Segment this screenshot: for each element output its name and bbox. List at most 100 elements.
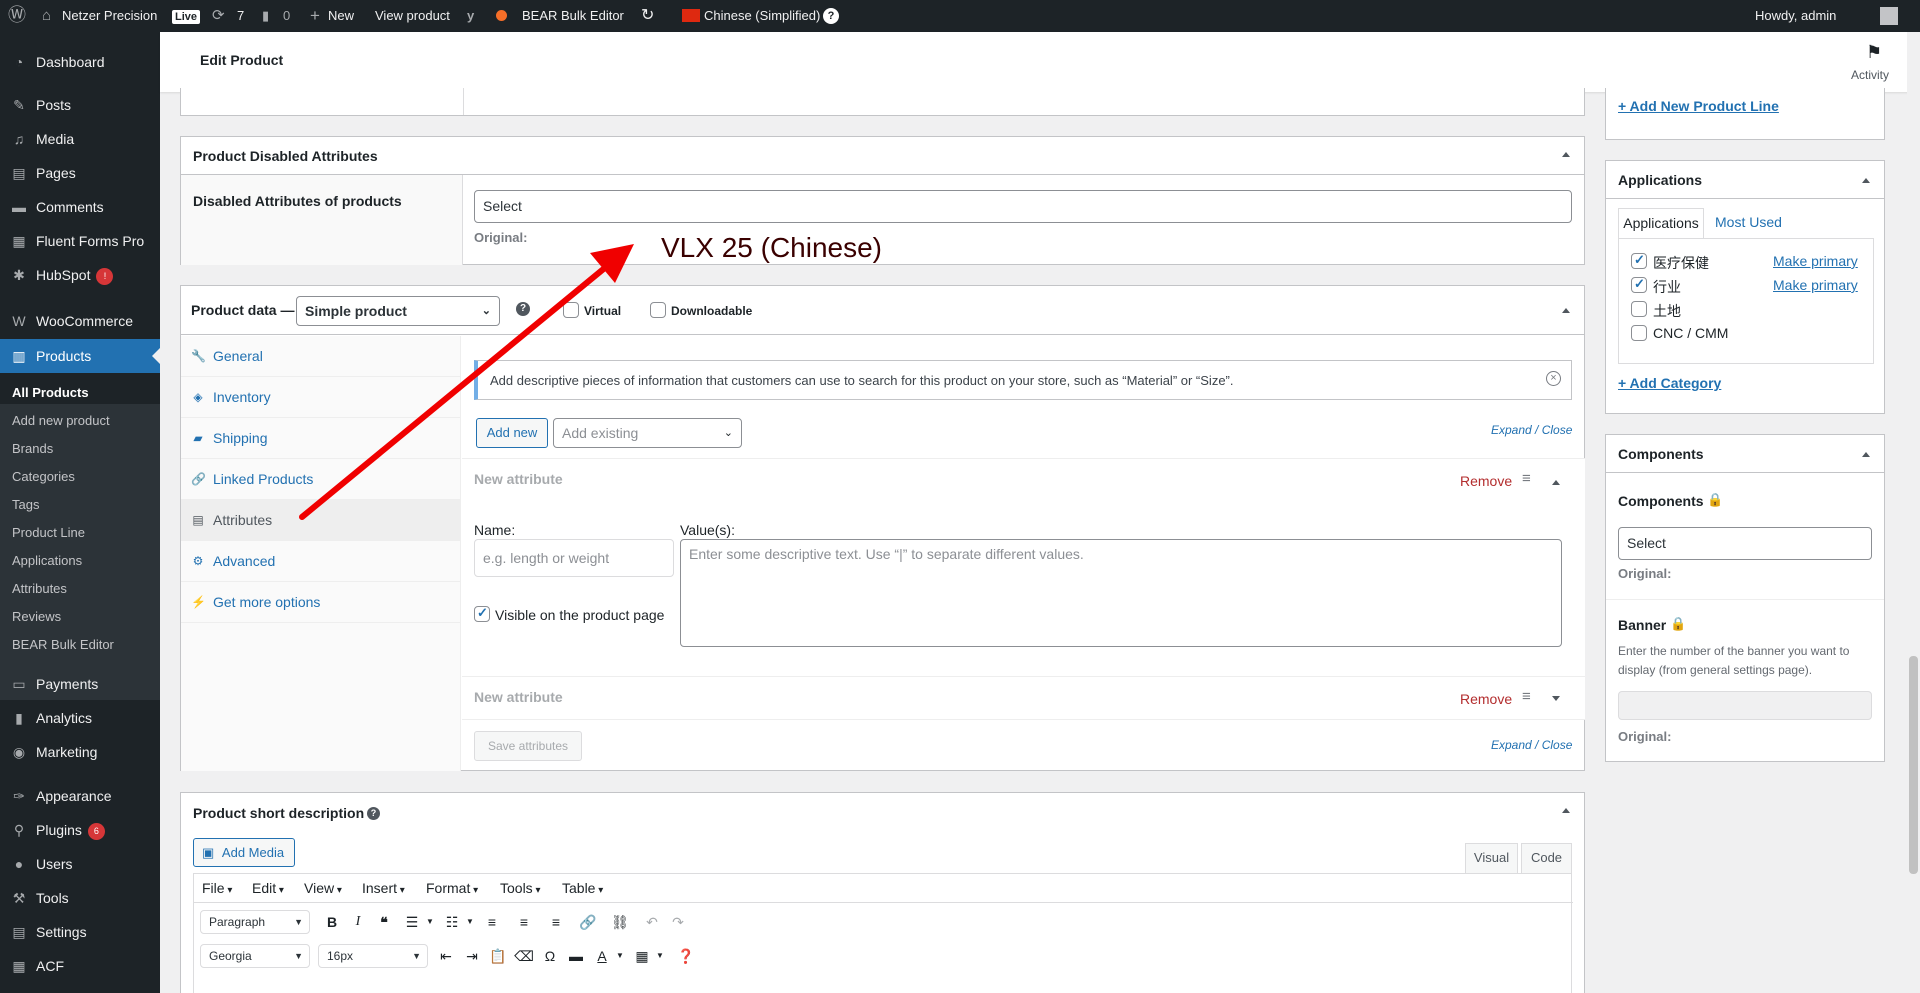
sidebar-item-posts[interactable]: ✎ Posts [0, 88, 160, 122]
collapse-icon[interactable] [1562, 808, 1570, 813]
sidebar-item-pages[interactable]: ▤ Pages [0, 156, 160, 190]
banner-input[interactable] [1618, 691, 1872, 720]
submenu-item[interactable]: Tags [0, 491, 160, 519]
sidebar-item-hubspot[interactable]: ✱ HubSpot! [0, 258, 160, 292]
font-size-select[interactable]: 16px ▼ [318, 944, 428, 968]
page-scrollbar[interactable] [1907, 32, 1920, 993]
submenu-item[interactable]: Add new product [0, 407, 160, 435]
wpml-icon[interactable]: ↻ [641, 0, 654, 32]
tab-linked-products[interactable]: 🔗 Linked Products [181, 459, 461, 500]
disabled-attributes-select[interactable]: Select [474, 190, 1572, 223]
add-category-link[interactable]: + Add Category [1618, 375, 1721, 391]
tab-most-used[interactable]: Most Used [1715, 208, 1782, 238]
submenu-item[interactable]: Attributes [0, 575, 160, 603]
view-product-link[interactable]: View product [375, 0, 450, 32]
expand-close-link[interactable]: Expand / Close [1491, 423, 1572, 437]
sidebar-item-payments[interactable]: ▭ Payments [0, 667, 160, 701]
category-checkbox[interactable] [1631, 301, 1647, 317]
tab-attributes[interactable]: ▤ Attributes [181, 500, 461, 541]
special-character-icon[interactable]: Ω [538, 944, 562, 968]
menu-tools[interactable]: Tools ▾ [500, 880, 541, 896]
drag-handle-icon[interactable]: ≡ [1522, 470, 1531, 487]
visible-on-product-page-checkbox[interactable] [474, 605, 490, 622]
help-tip-icon[interactable]: ? [367, 807, 380, 820]
sidebar-item-users[interactable]: ● Users [0, 847, 160, 881]
language-switcher[interactable]: Chinese (Simplified) [704, 0, 820, 32]
menu-file[interactable]: File ▾ [202, 880, 232, 896]
menu-format[interactable]: Format ▾ [426, 880, 478, 896]
sidebar-item-tools[interactable]: ⚒ Tools [0, 881, 160, 915]
font-family-select[interactable]: Georgia ▼ [200, 944, 310, 968]
help-tip-icon[interactable]: ? [516, 302, 530, 316]
sidebar-item-fluent-forms-pro[interactable]: ▦ Fluent Forms Pro [0, 224, 160, 258]
submenu-item[interactable]: Reviews [0, 603, 160, 631]
help-icon[interactable]: ❓ [674, 944, 698, 968]
sidebar-item-acf[interactable]: ▦ ACF [0, 949, 160, 983]
avatar[interactable] [1880, 7, 1898, 25]
submenu-item[interactable]: Applications [0, 547, 160, 575]
add-existing-select[interactable]: Add existing ⌄ [553, 418, 742, 448]
align-center-icon[interactable]: ≡ [512, 910, 536, 934]
sidebar-item-settings[interactable]: ▤ Settings [0, 915, 160, 949]
paste-icon[interactable]: 📋 [486, 944, 510, 968]
dismiss-icon[interactable]: × [1546, 371, 1561, 386]
tab-shipping[interactable]: ▰ Shipping [181, 418, 461, 459]
home-icon[interactable]: ⌂ [42, 0, 51, 32]
menu-edit[interactable]: Edit ▾ [252, 880, 284, 896]
align-left-icon[interactable]: ≡ [480, 910, 504, 934]
sidebar-item-marketing[interactable]: ◉ Marketing [0, 735, 160, 769]
undo-icon[interactable]: ↶ [640, 910, 664, 934]
blockquote-icon[interactable]: ❝ [372, 910, 396, 934]
sidebar-item-plugins[interactable]: ⚲ Plugins 6 [0, 813, 160, 847]
align-right-icon[interactable]: ≡ [544, 910, 568, 934]
components-select[interactable]: Select [1618, 527, 1872, 560]
collapse-icon[interactable] [1552, 480, 1560, 485]
link-icon[interactable]: 🔗 [576, 910, 600, 934]
product-type-select[interactable]: Simple product ⌄ [296, 296, 500, 326]
attribute-title[interactable]: New attribute [474, 471, 563, 487]
italic-icon[interactable]: I [346, 910, 370, 934]
expand-icon[interactable] [1552, 696, 1560, 701]
remove-attribute-link[interactable]: Remove [1460, 691, 1512, 707]
clear-formatting-icon[interactable]: ⌫ [512, 944, 536, 968]
add-media-button[interactable]: ▣ Add Media [193, 838, 295, 867]
indent-icon[interactable]: ⇥ [460, 944, 484, 968]
collapse-icon[interactable] [1862, 452, 1870, 457]
horizontal-line-icon[interactable]: ▬ [564, 944, 588, 968]
chevron-down-icon[interactable]: ▼ [418, 910, 442, 934]
category-checkbox[interactable] [1631, 252, 1647, 269]
menu-view[interactable]: View ▾ [304, 880, 342, 896]
redo-icon[interactable]: ↷ [666, 910, 690, 934]
visual-tab[interactable]: Visual [1465, 843, 1518, 873]
tab-general[interactable]: 🔧 General [181, 336, 461, 377]
lock-icon[interactable]: 🔒 [1707, 492, 1723, 508]
submenu-item[interactable]: All Products [0, 379, 160, 407]
flag-icon[interactable]: ⚑ [1866, 42, 1882, 63]
expand-close-link[interactable]: Expand / Close [1491, 738, 1572, 752]
collapse-icon[interactable] [1562, 152, 1570, 157]
help-icon[interactable]: ? [823, 8, 839, 24]
code-tab[interactable]: Code [1521, 843, 1572, 873]
menu-table[interactable]: Table ▾ [562, 880, 603, 896]
bulk-editor-link[interactable]: BEAR Bulk Editor [522, 0, 624, 32]
remove-attribute-link[interactable]: Remove [1460, 473, 1512, 489]
collapse-icon[interactable] [1562, 308, 1570, 313]
yoast-icon[interactable]: y [467, 0, 474, 32]
comments-icon[interactable]: ▮ [262, 0, 269, 32]
downloadable-checkbox[interactable] [650, 302, 666, 318]
unlink-icon[interactable]: ⛓ [608, 910, 632, 934]
updates-count[interactable]: 7 [237, 0, 244, 32]
tab-get-more-options[interactable]: ⚡ Get more options [181, 582, 461, 623]
bold-icon[interactable]: B [320, 910, 344, 934]
tab-inventory[interactable]: ◈ Inventory [181, 377, 461, 418]
sidebar-item-media[interactable]: ♫ Media [0, 122, 160, 156]
category-checkbox[interactable] [1631, 325, 1647, 341]
scrollbar-thumb[interactable] [1909, 656, 1918, 874]
site-name-link[interactable]: Netzer Precision [62, 0, 157, 32]
drag-handle-icon[interactable]: ≡ [1522, 688, 1531, 705]
submenu-item[interactable]: Brands [0, 435, 160, 463]
sidebar-item-dashboard[interactable]: ◔ Dashboard [0, 45, 160, 79]
make-primary-link[interactable]: Make primary [1773, 253, 1858, 269]
attribute-name-input[interactable]: e.g. length or weight [474, 539, 674, 577]
submenu-item[interactable]: Product Line [0, 519, 160, 547]
